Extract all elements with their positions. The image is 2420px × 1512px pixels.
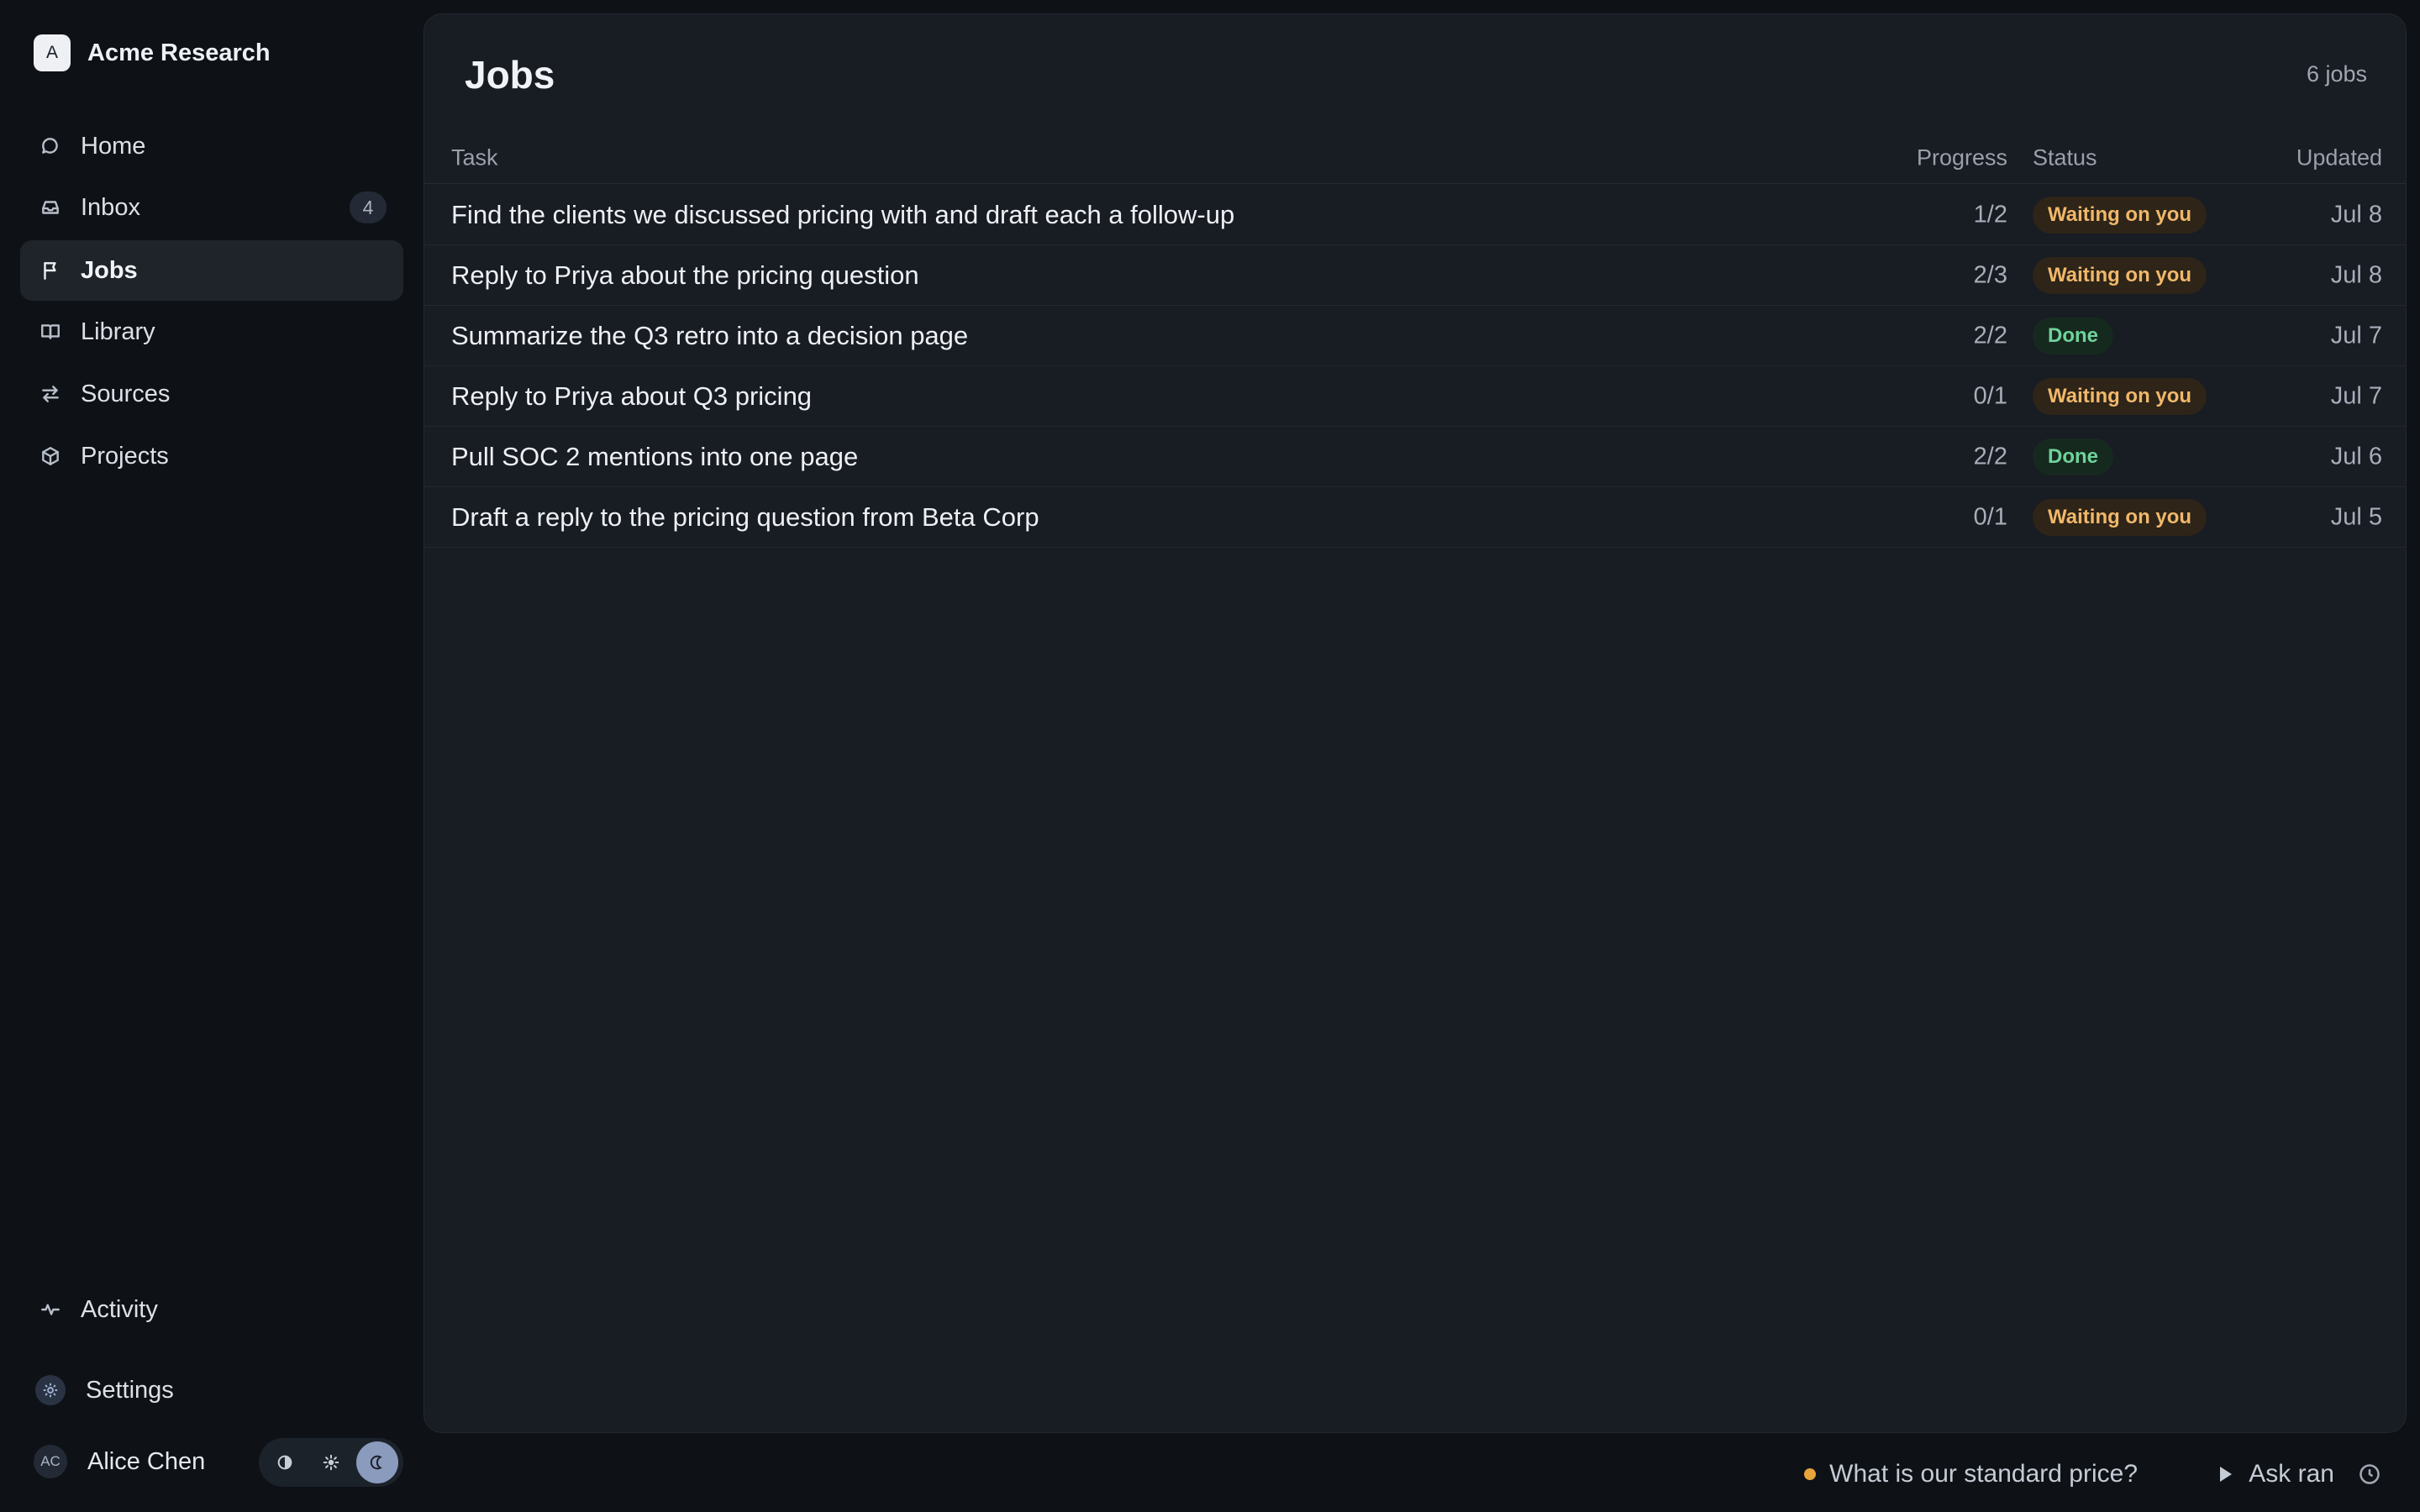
pulse-icon — [39, 1298, 62, 1321]
pending-question-text: What is our standard price? — [1829, 1460, 2138, 1488]
job-updated: Jul 8 — [2330, 261, 2382, 288]
sidebar-item-label: Projects — [81, 442, 169, 470]
pending-dot-icon — [1804, 1468, 1817, 1480]
sidebar-item-sources[interactable]: Sources — [20, 364, 403, 424]
theme-system-button[interactable] — [264, 1441, 306, 1483]
job-progress: 0/1 — [1973, 382, 2007, 409]
sidebar-item-label: Home — [81, 132, 146, 160]
table-row[interactable]: Reply to Priya about the pricing questio… — [424, 245, 2406, 306]
chat-bubble-icon — [39, 134, 62, 158]
column-header-status[interactable]: Status — [2033, 144, 2097, 171]
sidebar-item-label: Settings — [86, 1376, 174, 1404]
user-menu[interactable]: AC Alice Chen — [34, 1438, 205, 1485]
job-progress: 2/2 — [1973, 322, 2007, 349]
inbox-count-badge: 4 — [350, 192, 387, 223]
arrows-exchange-icon — [39, 382, 62, 406]
column-header-progress[interactable]: Progress — [1917, 144, 2007, 171]
column-header-updated[interactable]: Updated — [2296, 144, 2382, 171]
sidebar-item-label: Library — [81, 318, 155, 345]
user-name: Alice Chen — [87, 1447, 206, 1475]
status-badge: Done — [2033, 438, 2113, 475]
cube-icon — [39, 444, 62, 468]
workspace-logo: A — [34, 34, 71, 71]
job-task: Draft a reply to the pricing question fr… — [451, 501, 1039, 532]
theme-light-button[interactable] — [310, 1441, 352, 1483]
job-progress: 1/2 — [1973, 201, 2007, 228]
sidebar-item-projects[interactable]: Projects — [20, 426, 403, 486]
status-cell: Waiting on you — [2033, 377, 2207, 415]
job-task: Pull SOC 2 mentions into one page — [451, 441, 859, 471]
job-progress: 0/1 — [1973, 503, 2007, 530]
status-cell: Done — [2033, 438, 2113, 475]
history-clock-icon[interactable] — [2358, 1462, 2381, 1486]
table-header: Task Progress Status Updated — [424, 132, 2406, 184]
job-updated: Jul 7 — [2330, 382, 2382, 409]
status-cell: Waiting on you — [2033, 256, 2207, 294]
flag-icon — [39, 259, 62, 282]
workspace-name: Acme Research — [87, 39, 271, 66]
job-progress: 2/3 — [1973, 261, 2007, 288]
half-circle-icon — [277, 1455, 292, 1470]
workspace-switcher[interactable]: A Acme Research — [34, 34, 271, 71]
column-header-task[interactable]: Task — [451, 144, 498, 171]
sidebar-item-jobs[interactable]: Jobs — [20, 240, 403, 301]
status-badge: Waiting on you — [2033, 498, 2207, 536]
sidebar-item-label: Inbox — [81, 193, 140, 221]
table-row[interactable]: Find the clients we discussed pricing wi… — [424, 185, 2406, 245]
job-count: 6 jobs — [2306, 61, 2367, 87]
status-badge: Waiting on you — [2033, 377, 2207, 415]
job-updated: Jul 8 — [2330, 201, 2382, 228]
sidebar-item-library[interactable]: Library — [20, 302, 403, 362]
open-book-icon — [39, 320, 62, 344]
status-badge: Done — [2033, 317, 2113, 354]
status-cell: Done — [2033, 317, 2113, 354]
sidebar-item-label: Jobs — [81, 256, 138, 284]
ask-ran-button[interactable]: Ask ran — [2220, 1460, 2334, 1488]
sidebar: A Acme Research Home Inbox 4 Jobs Librar… — [0, 0, 420, 1512]
play-icon — [2220, 1467, 2233, 1482]
avatar: AC — [34, 1445, 67, 1478]
gear-icon — [35, 1375, 66, 1405]
table-row[interactable]: Reply to Priya about Q3 pricing 0/1 Wait… — [424, 366, 2406, 427]
job-task: Summarize the Q3 retro into a decision p… — [451, 320, 969, 350]
sidebar-item-home[interactable]: Home — [20, 116, 403, 176]
jobs-panel: Jobs 6 jobs Task Progress Status Updated… — [424, 13, 2407, 1433]
pending-question[interactable]: What is our standard price? — [1804, 1460, 2138, 1488]
moon-icon — [370, 1455, 382, 1470]
status-badge: Waiting on you — [2033, 256, 2207, 294]
job-task: Reply to Priya about the pricing questio… — [451, 260, 919, 290]
table-row[interactable]: Draft a reply to the pricing question fr… — [424, 487, 2406, 548]
sidebar-item-inbox[interactable]: Inbox 4 — [20, 177, 403, 238]
sun-icon — [323, 1454, 339, 1471]
sidebar-item-label: Activity — [81, 1295, 158, 1323]
theme-dark-button[interactable] — [355, 1441, 398, 1483]
theme-toggle — [259, 1438, 403, 1487]
job-progress: 2/2 — [1973, 443, 2007, 470]
job-task: Find the clients we discussed pricing wi… — [451, 199, 1235, 229]
job-updated: Jul 5 — [2330, 503, 2382, 530]
job-task: Reply to Priya about Q3 pricing — [451, 381, 813, 411]
page-title: Jobs — [465, 53, 555, 97]
table-row[interactable]: Summarize the Q3 retro into a decision p… — [424, 306, 2406, 366]
job-updated: Jul 6 — [2330, 443, 2382, 470]
table-row[interactable]: Pull SOC 2 mentions into one page 2/2 Do… — [424, 427, 2406, 487]
sidebar-item-activity[interactable]: Activity — [20, 1279, 403, 1340]
sidebar-item-settings[interactable]: Settings — [20, 1360, 403, 1420]
status-badge: Waiting on you — [2033, 196, 2207, 234]
status-bar: What is our standard price? Ask ran — [424, 1445, 2407, 1504]
inbox-tray-icon — [39, 196, 62, 219]
sidebar-item-label: Sources — [81, 380, 171, 407]
status-cell: Waiting on you — [2033, 498, 2207, 536]
ask-ran-label: Ask ran — [2249, 1460, 2334, 1488]
job-updated: Jul 7 — [2330, 322, 2382, 349]
status-cell: Waiting on you — [2033, 196, 2207, 234]
